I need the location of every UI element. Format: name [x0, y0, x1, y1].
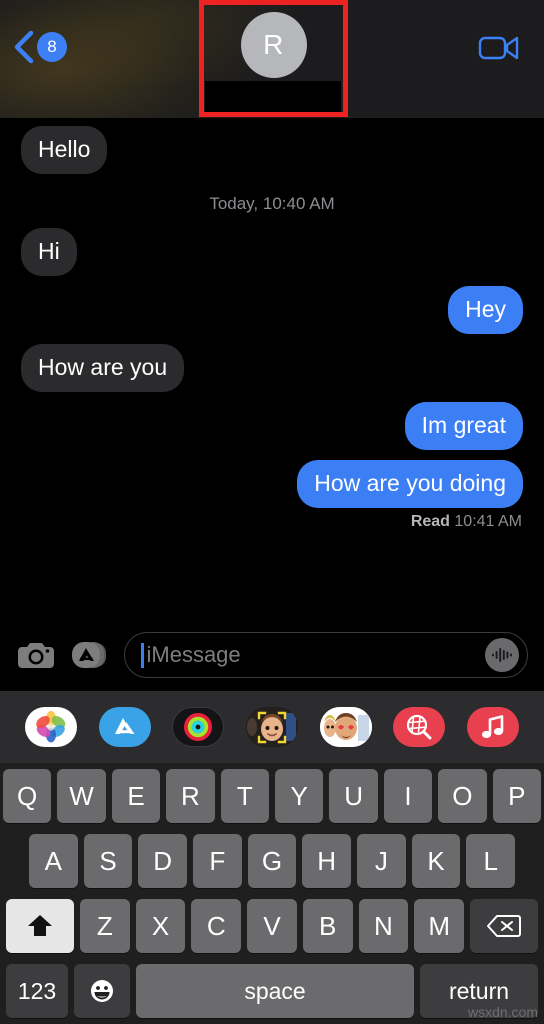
memoji-stickers-icon: [319, 707, 372, 747]
avatar: R: [240, 12, 307, 78]
read-receipt-status: Read: [410, 513, 450, 530]
key-x[interactable]: X: [135, 899, 186, 953]
app-store-app-icon[interactable]: [98, 707, 151, 747]
memoji-stickers-app-icon[interactable]: [319, 707, 372, 747]
key-b[interactable]: B: [302, 899, 353, 953]
audio-waveform-icon: [492, 648, 512, 662]
app-store-icon: [72, 642, 106, 668]
photos-app-icon[interactable]: [24, 707, 77, 747]
key-m[interactable]: M: [414, 899, 465, 953]
conversation-header: 8 R: [0, 0, 544, 118]
key-v[interactable]: V: [247, 899, 297, 953]
message-bubble-outgoing[interactable]: How are you doing: [297, 460, 537, 508]
key-t[interactable]: T: [220, 769, 269, 823]
message-row: Hello: [6, 126, 528, 174]
chevron-left-icon: [14, 30, 34, 64]
memoji-face-icon: [245, 707, 298, 747]
key-e[interactable]: E: [111, 769, 161, 823]
text-cursor: [141, 642, 144, 668]
key-r[interactable]: R: [166, 769, 215, 823]
photos-flower-icon: [36, 711, 66, 743]
key-s[interactable]: S: [83, 834, 133, 888]
key-g[interactable]: G: [247, 834, 297, 888]
message-row: Hi: [7, 228, 528, 276]
imessage-app-drawer: [0, 691, 544, 763]
key-y[interactable]: Y: [275, 769, 324, 823]
read-receipt: Read 10:41 AM: [16, 513, 528, 531]
numbers-key[interactable]: 123: [6, 964, 68, 1018]
message-bubble-incoming[interactable]: Hi: [7, 228, 77, 276]
read-receipt-time: 10:41 AM: [454, 513, 522, 530]
delete-key[interactable]: [470, 899, 539, 953]
key-d[interactable]: D: [138, 834, 187, 888]
video-camera-icon: [478, 36, 519, 60]
contact-name-redaction: [205, 81, 341, 114]
key-k[interactable]: K: [411, 834, 461, 888]
back-button[interactable]: 8: [14, 26, 67, 68]
emoji-icon: [91, 980, 113, 1002]
key-n[interactable]: N: [358, 899, 409, 953]
message-row: Hey: [16, 286, 537, 334]
emoji-key[interactable]: [74, 964, 130, 1018]
unread-badge: 8: [37, 32, 67, 62]
images-search-app-icon[interactable]: [393, 707, 446, 747]
message-placeholder: iMessage: [146, 642, 241, 667]
messages-app-screen: 8 R Hello Today, 10:40 AM Hi Hey How are…: [0, 0, 544, 1024]
message-row: How are you doing: [16, 460, 537, 508]
conversation-timestamp: Today, 10:40 AM: [209, 194, 335, 213]
key-f[interactable]: F: [193, 834, 242, 888]
key-l[interactable]: L: [466, 834, 516, 888]
message-bubble-incoming[interactable]: How are you: [6, 344, 185, 392]
key-a[interactable]: A: [28, 834, 78, 888]
key-z[interactable]: Z: [79, 899, 130, 953]
facetime-button[interactable]: [476, 30, 522, 66]
key-w[interactable]: W: [57, 769, 106, 823]
virtual-keyboard: Q W E R T Y U I O P A S D F G H J K L Z …: [0, 763, 544, 1024]
camera-icon: [18, 643, 54, 668]
shift-key[interactable]: [5, 899, 74, 953]
key-q[interactable]: Q: [2, 769, 52, 823]
keyboard-row-4: 123 space return: [3, 964, 541, 1018]
keyboard-row-3: Z X C V B N M: [3, 899, 541, 953]
message-row: Im great: [16, 402, 538, 450]
site-watermark: wsxdn.com: [467, 1004, 538, 1020]
message-bubble-outgoing[interactable]: Im great: [404, 402, 538, 450]
contact-header[interactable]: R: [199, 0, 348, 117]
key-p[interactable]: P: [492, 769, 542, 823]
message-row: How are you: [6, 344, 528, 392]
key-h[interactable]: H: [302, 834, 352, 888]
activity-rings-icon: [184, 713, 213, 741]
shift-icon: [27, 915, 52, 936]
audio-record-button[interactable]: [485, 638, 519, 672]
key-o[interactable]: O: [438, 769, 487, 823]
key-j[interactable]: J: [357, 834, 406, 888]
music-app-icon[interactable]: [467, 707, 520, 747]
message-bubble-outgoing[interactable]: Hey: [448, 286, 537, 334]
key-c[interactable]: C: [191, 899, 242, 953]
hash-magnifier-icon: [407, 714, 432, 740]
fitness-rings-app-icon[interactable]: [172, 707, 225, 747]
apps-button[interactable]: [70, 635, 110, 675]
key-u[interactable]: U: [329, 769, 378, 823]
memoji-app-icon[interactable]: [245, 707, 298, 747]
message-list: Hello Today, 10:40 AM Hi Hey How are you…: [0, 118, 544, 619]
app-store-a-icon: [114, 718, 135, 734]
message-input-field[interactable]: iMessage: [124, 632, 528, 678]
camera-button[interactable]: [16, 635, 56, 675]
keyboard-row-1: Q W E R T Y U I O P: [2, 769, 542, 823]
music-note-icon: [481, 715, 504, 739]
delete-icon: [487, 915, 522, 937]
space-key[interactable]: space: [136, 964, 414, 1018]
message-input-bar: iMessage: [0, 619, 544, 691]
keyboard-row-2: A S D F G H J K L: [3, 834, 541, 888]
key-i[interactable]: I: [383, 769, 433, 823]
message-bubble-incoming[interactable]: Hello: [6, 126, 108, 174]
